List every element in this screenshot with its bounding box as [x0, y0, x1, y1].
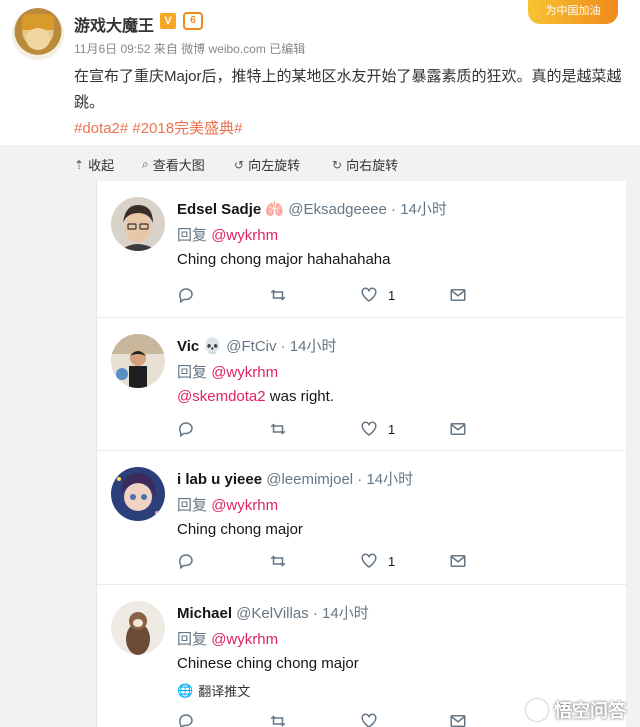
like-button[interactable] [360, 712, 378, 727]
message-icon[interactable] [449, 420, 467, 438]
tweet: i lab u yieee @leemimjoel · 14小时 回复 @wyk… [97, 451, 627, 585]
translate-link[interactable]: 🌐 翻译推文 [177, 681, 250, 700]
like-button[interactable]: 1 [360, 286, 395, 304]
retweet-icon[interactable] [269, 286, 287, 304]
like-count: 1 [388, 287, 396, 303]
translate-label: 翻译推文 [198, 684, 251, 699]
tweet-actions: 1 [177, 286, 477, 308]
globe-icon: 🌐 [177, 682, 194, 698]
reply-icon[interactable] [177, 712, 195, 727]
handle-time: @FtCiv · 14小时 [226, 338, 337, 355]
body-mention[interactable]: @skemdota2 [177, 388, 266, 405]
attached-image: Edsel Sadje 🫁 @Eksadgeeee · 14小时 回复 @wyk… [0, 181, 640, 727]
reply-line: 回复 @wykrhm [177, 628, 278, 649]
heart-icon [361, 287, 377, 302]
heart-icon [361, 553, 377, 568]
author-avatar[interactable] [12, 8, 64, 60]
tweet-actions [177, 712, 477, 727]
reply-mention[interactable]: @wykrhm [211, 227, 278, 244]
message-icon[interactable] [449, 712, 467, 727]
reply-mention[interactable]: @wykrhm [211, 497, 278, 514]
rotate-left-icon: ↺ [234, 157, 245, 172]
rotate-left-button[interactable]: ↺ 向左旋转 [234, 155, 300, 174]
post-meta: 11月6日 09:52 来自 微博 weibo.com 已编辑 [74, 42, 306, 56]
heart-icon [361, 713, 377, 727]
collapse-button[interactable]: ⇡ 收起 [74, 155, 114, 174]
arrow-up-icon: ⇡ [74, 157, 85, 172]
tweet-actions: 1 [177, 420, 477, 442]
watermark: 悟空问答 [526, 697, 626, 723]
retweet-icon[interactable] [269, 712, 287, 727]
retweet-icon[interactable] [269, 420, 287, 438]
avatar [111, 467, 165, 521]
reply-icon[interactable] [177, 286, 195, 304]
display-name[interactable]: Edsel Sadje 🫁 @Eksadgeeee · 14小时 [177, 198, 447, 219]
reply-prefix: 回复 [177, 631, 208, 648]
handle-time: @Eksadgeeee · 14小时 [288, 201, 447, 218]
reply-mention[interactable]: @wykrhm [211, 364, 278, 381]
reply-prefix: 回复 [177, 227, 208, 244]
rotate-left-label: 向左旋转 [248, 158, 301, 173]
body-text: was right. [265, 388, 334, 405]
name-text: Michael [177, 605, 233, 622]
tweet-text: Ching chong major hahahahaha [177, 251, 391, 268]
view-large-button[interactable]: ⌕ 查看大图 [142, 155, 205, 174]
display-name[interactable]: i lab u yieee @leemimjoel · 14小时 [177, 468, 413, 489]
heart-icon [361, 421, 377, 436]
rotate-right-button[interactable]: ↻ 向右旋转 [332, 155, 398, 174]
retweet-icon[interactable] [269, 552, 287, 570]
post-hashtags[interactable]: #dota2# #2018完美盛典# [74, 117, 242, 138]
verified-badge: V [160, 13, 176, 29]
weibo-post: 游戏大魔王 V 6 为中国加油 11月6日 09:52 来自 微博 weibo.… [0, 0, 640, 145]
skull-icon: 💀 [203, 338, 223, 355]
tweet-actions: 1 [177, 552, 477, 574]
like-count: 1 [388, 421, 396, 437]
like-button[interactable]: 1 [360, 552, 395, 570]
rotate-right-label: 向右旋转 [346, 158, 399, 173]
tweet: Edsel Sadje 🫁 @Eksadgeeee · 14小时 回复 @wyk… [97, 181, 627, 318]
image-toolbar: ⇡ 收起 ⌕ 查看大图 ↺ 向左旋转 ↻ 向右旋转 [0, 145, 640, 181]
tweet: Vic 💀 @FtCiv · 14小时 回复 @wykrhm @skemdota… [97, 318, 627, 451]
reply-line: 回复 @wykrhm [177, 224, 278, 245]
watermark-logo-icon [526, 699, 548, 721]
message-icon[interactable] [449, 552, 467, 570]
reply-line: 回复 @wykrhm [177, 494, 278, 515]
reply-mention[interactable]: @wykrhm [211, 631, 278, 648]
name-text: i lab u yieee [177, 471, 263, 488]
reply-line: 回复 @wykrhm [177, 361, 278, 382]
reply-prefix: 回复 [177, 497, 208, 514]
reply-icon[interactable] [177, 420, 195, 438]
name-text: Edsel Sadje [177, 201, 262, 218]
avatar [111, 197, 165, 251]
tweet-text: @skemdota2 was right. [177, 388, 334, 405]
collapse-label: 收起 [88, 158, 115, 173]
reply-icon[interactable] [177, 552, 195, 570]
message-icon[interactable] [449, 286, 467, 304]
tweet-list: Edsel Sadje 🫁 @Eksadgeeee · 14小时 回复 @wyk… [96, 181, 627, 727]
lungs-icon: 🫁 [265, 201, 285, 218]
tweet-text: Chinese ching chong major [177, 655, 359, 672]
author-name[interactable]: 游戏大魔王 [74, 12, 154, 36]
level-badge: 6 [183, 12, 203, 30]
like-count: 1 [388, 553, 396, 569]
like-button[interactable]: 1 [360, 420, 395, 438]
rotate-right-icon: ↻ [332, 157, 343, 172]
display-name[interactable]: Vic 💀 @FtCiv · 14小时 [177, 335, 337, 356]
display-name[interactable]: Michael @KelVillas · 14小时 [177, 602, 369, 623]
handle-time: @KelVillas · 14小时 [236, 605, 369, 622]
magnifier-icon: ⌕ [142, 157, 149, 171]
handle-time: @leemimjoel · 14小时 [266, 471, 414, 488]
tweet-text: Ching chong major [177, 521, 303, 538]
watermark-text: 悟空问答 [554, 701, 626, 721]
post-text: 在宣布了重庆Major后，推特上的某地区水友开始了暴露素质的狂欢。真的是越菜越跳… [74, 68, 622, 111]
reply-prefix: 回复 [177, 364, 208, 381]
avatar [111, 601, 165, 655]
avatar [111, 334, 165, 388]
view-large-label: 查看大图 [152, 158, 205, 173]
name-text: Vic [177, 338, 200, 355]
campaign-badge: 为中国加油 [528, 0, 618, 24]
